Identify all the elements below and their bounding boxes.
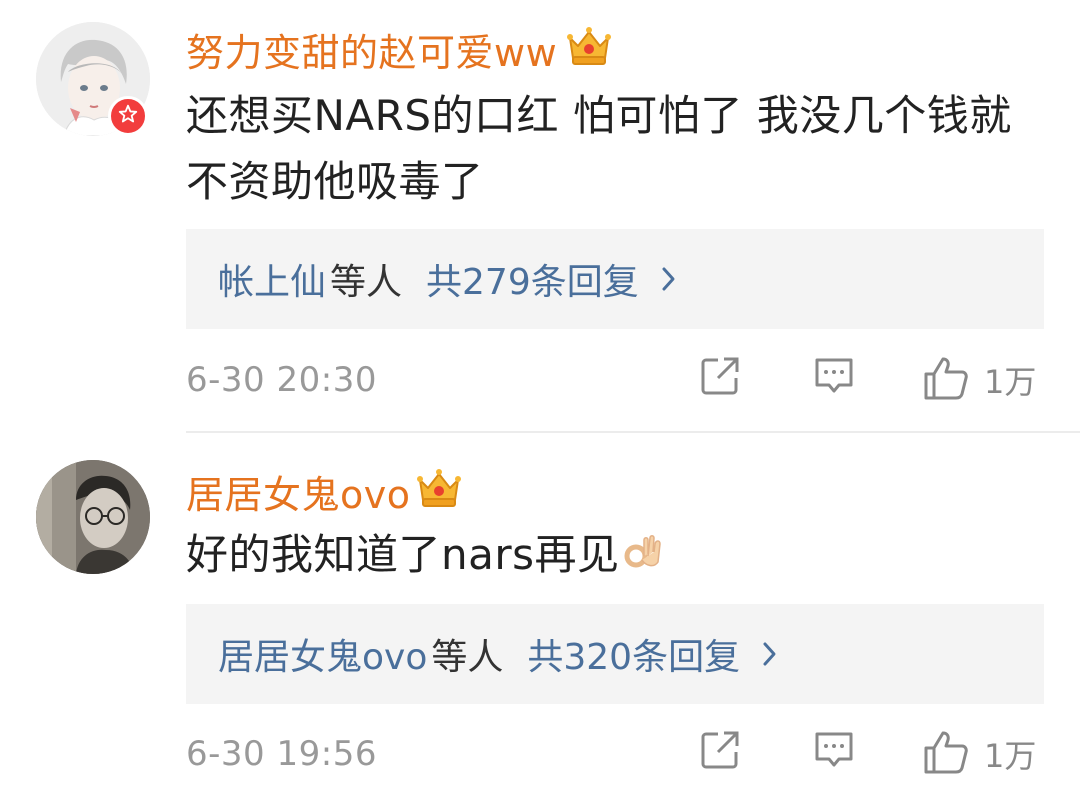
comment-footer: 6-30 20:30 1万 (186, 352, 1044, 412)
comment-divider (186, 431, 1080, 433)
replies-link[interactable]: 帐上仙 等人 共279条回复 (186, 229, 1044, 329)
thumbs-up-icon (922, 728, 970, 780)
reply-names[interactable]: 帐上仙 (218, 253, 326, 305)
like-count: 1万 (984, 737, 1037, 775)
like-button[interactable]: 1万 (922, 354, 1036, 406)
star-icon (117, 103, 139, 129)
comment-username[interactable]: 努力变甜的赵可爱ww (186, 22, 557, 77)
comment-item: 努力变甜的赵可爱ww 还想买NARS的口红 怕可怕了 我没几个钱就不资助他吸毒了… (0, 0, 1080, 432)
comment-icon (812, 354, 856, 402)
chevron-right-icon (762, 640, 778, 668)
reply-count[interactable]: 共320条回复 (527, 628, 740, 680)
chevron-right-icon (661, 265, 677, 293)
comment-button[interactable] (812, 354, 856, 402)
comment-text: 还想买NARS的口红 怕可怕了 我没几个钱就不资助他吸毒了 (186, 91, 1012, 206)
crown-icon[interactable] (566, 24, 612, 72)
like-count: 1万 (984, 363, 1037, 401)
share-button[interactable] (698, 728, 742, 776)
reply-suffix: 等人 (431, 637, 504, 678)
comment-text-content: 好的我知道了nars再见 (186, 530, 620, 579)
share-icon (698, 354, 742, 402)
comment-button[interactable] (812, 728, 856, 776)
share-button[interactable] (698, 354, 742, 402)
like-button[interactable]: 1万 (922, 728, 1036, 780)
comment-text: 好的我知道了nars再见 (186, 522, 1046, 591)
comment-icon (812, 728, 856, 776)
timestamp: 6-30 19:56 (186, 734, 377, 774)
replies-link[interactable]: 居居女鬼ovo 等人 共320条回复 (186, 604, 1044, 704)
comment-username[interactable]: 居居女鬼ovo (186, 464, 411, 519)
reply-suffix: 等人 (330, 262, 403, 303)
reply-count[interactable]: 共279条回复 (426, 253, 639, 305)
crown-icon[interactable] (416, 466, 462, 514)
timestamp: 6-30 20:30 (186, 360, 377, 400)
reply-names[interactable]: 居居女鬼ovo (218, 628, 427, 680)
comment-item: 居居女鬼ovo 好的我知道了nars再见 居居女鬼ovo 等人 共320条回复 6- (0, 434, 1080, 796)
verified-badge (108, 96, 148, 136)
comment-footer: 6-30 19:56 1万 (186, 726, 1044, 786)
avatar[interactable] (36, 460, 150, 574)
thumbs-up-icon (922, 354, 970, 406)
share-icon (698, 728, 742, 776)
ok-hand-emoji (622, 525, 664, 591)
